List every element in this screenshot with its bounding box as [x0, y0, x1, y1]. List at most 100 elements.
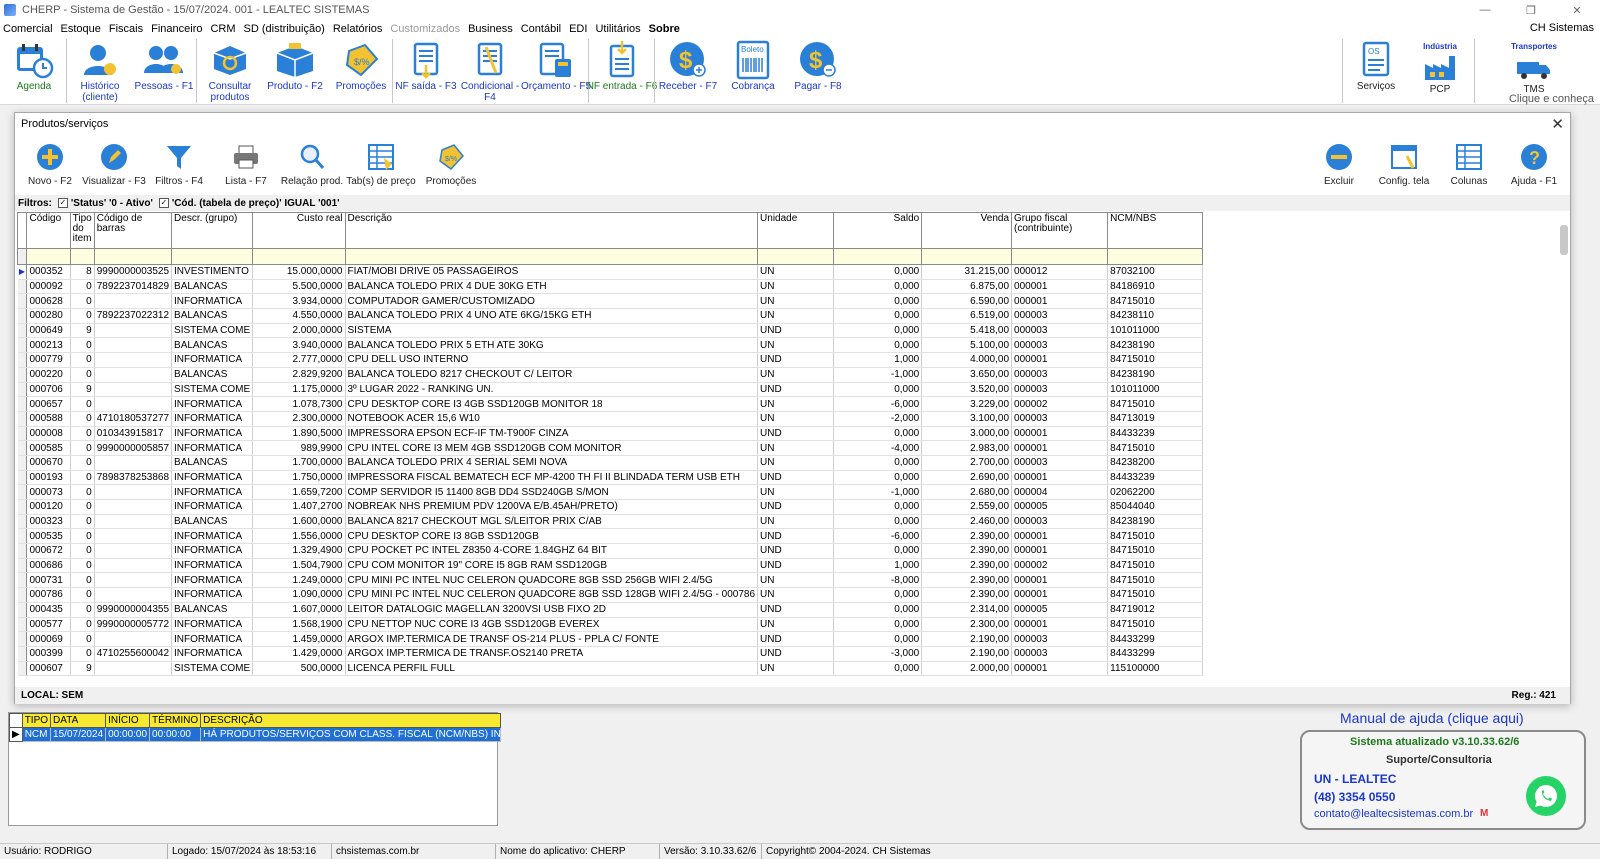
table-row[interactable]: 000588 0 4710180537277 INFORMATICA 2.300,000…	[17, 411, 1203, 427]
menu-comercial[interactable]: Comercial	[0, 23, 58, 35]
table-row[interactable]: 000786 0 INFORMATICA 1.090,0000 CPU MINI PC …	[17, 587, 1203, 603]
table-row[interactable]: 000649 9 SISTEMA COME 2.000,0000 SISTEMA UND 0…	[17, 323, 1203, 339]
servicos-button[interactable]: OS Serviços	[1340, 41, 1412, 92]
col-custo-real[interactable]: Custo real	[252, 212, 346, 249]
pcp-button[interactable]: Indústria PCP	[1404, 41, 1476, 95]
table-row[interactable]: 000577 0 9990000005772 INFORMATICA 1.568,190…	[17, 617, 1203, 633]
agenda-button[interactable]: Agenda	[0, 41, 70, 92]
filter-cell[interactable]	[833, 248, 923, 265]
visualizar-button[interactable]: Visualizar - F3	[79, 141, 149, 187]
filter-cell[interactable]	[26, 248, 71, 265]
filter-cell[interactable]	[1107, 248, 1203, 265]
pagar-button[interactable]: $ Pagar - F8	[782, 41, 854, 92]
col-saldo[interactable]: Saldo	[833, 212, 923, 249]
table-row[interactable]: 000657 0 INFORMATICA 1.078,7300 CPU DESKTOP …	[17, 396, 1203, 412]
col-grupo-fiscal[interactable]: Grupo fiscal (contribuinte)	[1011, 212, 1109, 249]
menu-estoque[interactable]: Estoque	[58, 23, 106, 35]
table-row[interactable]: 000731 0 INFORMATICA 1.249,0000 CPU MINI PC …	[17, 572, 1203, 589]
table-row[interactable]: 000670 0 BALANCAS 1.700,0000 BALANCA TOLEDO …	[17, 455, 1203, 471]
product-promocoes-button[interactable]: $/% Promoções	[416, 141, 486, 187]
table-row[interactable]: 000706 9 SISTEMA COME 1.175,0000 3º LUGAR 20…	[17, 382, 1203, 398]
alerts-col-termino[interactable]: TÉRMINO	[149, 713, 202, 728]
col-unidade[interactable]: Unidade	[757, 212, 835, 249]
alerts-row[interactable]: ▶ NCM 15/07/2024 00:00:00 00:00:00 HÁ PR…	[9, 727, 502, 742]
menu-relatorios[interactable]: Relatórios	[330, 23, 388, 35]
restore-icon[interactable]: ❐	[1508, 0, 1554, 20]
consultar-produtos-button[interactable]: Consultar produtos	[194, 41, 266, 103]
close-window-icon[interactable]: ✕	[1554, 0, 1600, 20]
excluir-button[interactable]: Excluir	[1304, 141, 1374, 187]
filter2-checkbox[interactable]: ✓	[158, 198, 169, 208]
menu-business[interactable]: Business	[465, 23, 518, 35]
vertical-scrollbar[interactable]	[1560, 225, 1568, 255]
nf-entrada-button[interactable]: NF entrada - F6	[586, 41, 658, 92]
table-row[interactable]: 000585 0 9990000005857 INFORMATICA 989,9900 C…	[17, 440, 1203, 456]
table-row[interactable]: 000686 0 INFORMATICA 1.504,7900 CPU COM MONI…	[17, 558, 1203, 574]
filtros-button[interactable]: Filtros - F4	[144, 141, 214, 187]
menu-edi[interactable]: EDI	[566, 23, 592, 35]
col-ncm-nbs[interactable]: NCM/NBS	[1107, 212, 1203, 249]
table-row[interactable]: ▶ 000352 8 9990000003525 INVESTIMENTO 15.000,…	[17, 264, 1203, 280]
table-row[interactable]: 000628 0 INFORMATICA 3.934,0000 COMPUTADOR G…	[17, 293, 1203, 310]
colunas-button[interactable]: Colunas	[1434, 141, 1504, 187]
table-row[interactable]: 000008 0 010343915817 INFORMATICA 1.890,5000…	[17, 426, 1203, 442]
tms-button[interactable]: Transportes TMS	[1498, 41, 1570, 95]
menu-contabil[interactable]: Contábil	[518, 23, 566, 35]
table-row[interactable]: 000399 0 4710255600042 INFORMATICA 1.429,000…	[17, 646, 1203, 662]
condicional-button[interactable]: Condicional - F4	[454, 41, 526, 103]
nf-saida-button[interactable]: NF saída - F3	[390, 41, 462, 92]
menu-fiscais[interactable]: Fiscais	[106, 23, 148, 35]
historico-button[interactable]: Histórico (cliente)	[64, 41, 136, 103]
col-codigo[interactable]: Código	[26, 212, 71, 249]
relacao-prod-button[interactable]: Relação prod.	[277, 141, 347, 187]
table-row[interactable]: 000073 0 INFORMATICA 1.659,7200 COMP SERVIDO…	[17, 484, 1203, 500]
promocoes-button[interactable]: $/% Promoções	[325, 41, 397, 92]
table-row[interactable]: 000213 0 BALANCAS 3.940,0000 BALANCA TOLEDO …	[17, 337, 1203, 354]
ajuda-button[interactable]: ? Ajuda - F1	[1499, 141, 1569, 187]
menu-utilitarios[interactable]: Utilitários	[592, 23, 645, 35]
produto-button[interactable]: Produto - F2	[259, 41, 331, 92]
filter1-checkbox[interactable]: ✓	[57, 198, 68, 208]
col-venda[interactable]: Venda	[921, 212, 1013, 249]
filter-cell[interactable]	[757, 248, 835, 265]
table-row[interactable]: 000120 0 INFORMATICA 1.407,2700 NOBREAK NHS …	[17, 499, 1203, 515]
table-row[interactable]: 000535 0 INFORMATICA 1.556,0000 CPU DESKTOP …	[17, 528, 1203, 545]
lista-button[interactable]: Lista - F7	[211, 141, 281, 187]
table-row[interactable]: 000280 0 7892237022312 BALANCAS 4.550,0000 BA…	[17, 308, 1203, 324]
menu-sobre[interactable]: Sobre	[646, 23, 685, 35]
table-row[interactable]: 000779 0 INFORMATICA 2.777,0000 CPU DELL USO…	[17, 352, 1203, 368]
col-descricao[interactable]: Descrição	[344, 212, 759, 249]
close-icon[interactable]: ✕	[1551, 115, 1564, 133]
menu-crm[interactable]: CRM	[207, 23, 240, 35]
filter-cell[interactable]	[1011, 248, 1109, 265]
filter-cell[interactable]	[93, 248, 173, 265]
alerts-col-descricao[interactable]: DESCRIÇÃO	[200, 713, 502, 728]
cobranca-button[interactable]: Boleto Cobrança	[717, 40, 789, 92]
config-tela-button[interactable]: Config. tela	[1369, 141, 1439, 187]
menu-customizados[interactable]: Customizados	[387, 23, 465, 35]
menu-sd[interactable]: SD (distribuição)	[241, 23, 330, 35]
whatsapp-icon[interactable]	[1526, 776, 1566, 816]
col-tipo-item[interactable]: Tipo do item	[69, 212, 95, 249]
novo-button[interactable]: Novo - F2	[15, 141, 85, 187]
alerts-col-inicio[interactable]: INÍCIO	[105, 713, 151, 728]
table-row[interactable]: 000607 9 SISTEMA COME 500,0000 LICENCA PERFI…	[17, 661, 1203, 677]
filter-cell[interactable]	[69, 248, 95, 265]
table-row[interactable]: 000092 0 7892237014829 BALANCAS 5.500,0000 BA…	[17, 279, 1203, 295]
orcamento-button[interactable]: Orçamento - F5	[520, 41, 592, 92]
table-row[interactable]: 000323 0 BALANCAS 1.600,0000 BALANCA 8217 CH…	[17, 514, 1203, 530]
tabelas-preco-button[interactable]: Tab(s) de preço	[346, 141, 416, 187]
table-row[interactable]: 000672 0 INFORMATICA 1.329,4900 CPU POCKET P…	[17, 543, 1203, 559]
table-row[interactable]: 000435 0 9990000004355 BALANCAS 1.607,0000 LE…	[17, 602, 1203, 618]
filter-cell[interactable]	[344, 248, 759, 265]
table-row[interactable]: 000069 0 INFORMATICA 1.459,0000 ARGOX IMP.TE…	[17, 631, 1203, 647]
table-row[interactable]: 000220 0 BALANCAS 2.829,9200 BALANCA TOLEDO …	[17, 367, 1203, 383]
receber-button[interactable]: $ Receber - F7	[652, 41, 724, 92]
alerts-col-tipo[interactable]: TIPO	[21, 713, 52, 728]
filter-cell[interactable]	[921, 248, 1013, 265]
support-email[interactable]: contato@lealtecsistemas.com.br	[1314, 808, 1473, 820]
alerts-col-data[interactable]: DATA	[50, 713, 107, 728]
pessoas-button[interactable]: Pessoas - F1	[128, 41, 200, 92]
minimize-icon[interactable]: —	[1462, 0, 1508, 20]
col-codigo-barras[interactable]: Código de barras	[93, 212, 173, 249]
